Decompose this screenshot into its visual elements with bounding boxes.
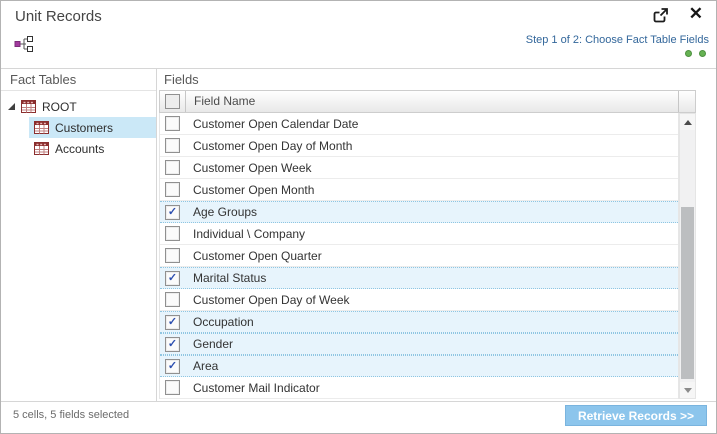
field-label: Customer Open Day of Month: [185, 139, 352, 153]
page-title: Unit Records: [15, 8, 102, 25]
table-icon: [34, 121, 49, 134]
footer-divider: [1, 401, 716, 402]
field-row[interactable]: Customer Open Month: [160, 179, 678, 201]
table-icon: [21, 100, 36, 113]
fact-tables-title: Fact Tables: [1, 69, 156, 91]
field-checkbox[interactable]: [160, 182, 185, 197]
field-row[interactable]: Customer Open Quarter: [160, 245, 678, 267]
field-row[interactable]: Customer Mail Indicator: [160, 377, 678, 399]
field-checkbox[interactable]: [160, 138, 185, 153]
tree-item-accounts[interactable]: Accounts: [29, 138, 156, 159]
header-blank-cell: [678, 91, 695, 112]
fields-table-header: Field Name: [159, 90, 696, 113]
field-checkbox[interactable]: [160, 292, 185, 307]
field-checkbox[interactable]: ✓: [160, 359, 185, 374]
field-checkbox[interactable]: [160, 160, 185, 175]
checkbox-unchecked-icon: [165, 138, 180, 153]
field-row[interactable]: ✓ Age Groups: [160, 201, 678, 223]
field-checkbox[interactable]: ✓: [160, 271, 185, 286]
field-row[interactable]: ✓ Area: [160, 355, 678, 377]
field-checkbox[interactable]: [160, 116, 185, 131]
field-row[interactable]: Customer Open Day of Month: [160, 135, 678, 157]
tree-item-root[interactable]: ROOT: [1, 96, 156, 117]
fields-rows: Customer Open Calendar Date Customer Open…: [159, 113, 679, 399]
checkbox-unchecked-icon: [165, 292, 180, 307]
arrow-up-icon: [684, 120, 692, 125]
checkbox-checked-icon: ✓: [165, 337, 180, 352]
field-label: Area: [185, 359, 218, 373]
vertical-scrollbar[interactable]: [679, 113, 696, 399]
checkbox-checked-icon: ✓: [165, 205, 180, 220]
step-label: Step 1 of 2: Choose Fact Table Fields: [526, 34, 709, 46]
field-row[interactable]: Customer Open Calendar Date: [160, 113, 678, 135]
field-row[interactable]: Customer Open Day of Week: [160, 289, 678, 311]
checkbox-unchecked-icon: [165, 226, 180, 241]
table-icon: [34, 142, 49, 155]
field-name-column-header[interactable]: Field Name: [186, 91, 678, 112]
field-label: Customer Open Week: [185, 161, 312, 175]
field-row[interactable]: ✓ Gender: [160, 333, 678, 355]
expand-triangle-icon[interactable]: [8, 103, 15, 110]
field-row[interactable]: Customer Open Week: [160, 157, 678, 179]
tree-label-accounts: Accounts: [55, 142, 104, 156]
fact-tables-panel: Fact Tables ROOT: [1, 69, 157, 401]
field-label: Customer Open Calendar Date: [185, 117, 358, 131]
checkbox-checked-icon: ✓: [165, 271, 180, 286]
field-checkbox[interactable]: [160, 226, 185, 241]
checkbox-unchecked-icon: [165, 116, 180, 131]
field-row[interactable]: ✓ Marital Status: [160, 267, 678, 289]
schema-hierarchy-icon[interactable]: [14, 35, 36, 53]
scroll-up-button[interactable]: [680, 114, 695, 130]
field-label: Individual \ Company: [185, 227, 305, 241]
field-checkbox[interactable]: [160, 248, 185, 263]
field-label: Customer Open Day of Week: [185, 293, 350, 307]
checkbox-checked-icon: ✓: [165, 315, 180, 330]
unit-records-dialog: Unit Records ✕ Step 1 of 2: Choose Fact …: [0, 0, 717, 434]
checkbox-unchecked-icon: [165, 248, 180, 263]
selection-status: 5 cells, 5 fields selected: [13, 409, 129, 421]
field-label: Customer Mail Indicator: [185, 381, 320, 395]
checkbox-checked-icon: ✓: [165, 359, 180, 374]
field-label: Marital Status: [185, 271, 266, 285]
field-checkbox[interactable]: ✓: [160, 337, 185, 352]
fields-panel: Fields Field Name Customer Open Calendar…: [157, 69, 716, 401]
field-label: Gender: [185, 337, 233, 351]
checkbox-unchecked-icon: [165, 182, 180, 197]
field-label: Customer Open Month: [185, 183, 314, 197]
tree-label-customers: Customers: [55, 121, 113, 135]
close-icon[interactable]: ✕: [689, 4, 703, 24]
select-all-checkbox[interactable]: [160, 91, 186, 112]
scroll-down-button[interactable]: [680, 382, 695, 398]
checkbox-unchecked-icon: [165, 94, 180, 109]
field-checkbox[interactable]: ✓: [160, 315, 185, 330]
field-row[interactable]: Individual \ Company: [160, 223, 678, 245]
open-in-new-window-icon[interactable]: [651, 7, 669, 24]
field-checkbox[interactable]: [160, 380, 185, 395]
checkbox-unchecked-icon: [165, 380, 180, 395]
field-checkbox[interactable]: ✓: [160, 205, 185, 220]
step-dot[interactable]: [699, 50, 706, 57]
checkbox-unchecked-icon: [165, 160, 180, 175]
step-dot[interactable]: [685, 50, 692, 57]
field-label: Age Groups: [185, 205, 257, 219]
step-indicator: [685, 50, 706, 57]
scrollbar-thumb[interactable]: [681, 207, 694, 379]
field-row[interactable]: ✓ Occupation: [160, 311, 678, 333]
tree-item-customers[interactable]: Customers: [29, 117, 156, 138]
field-label: Customer Open Quarter: [185, 249, 322, 263]
fact-tables-tree: ROOT Customers: [1, 91, 156, 159]
fields-table: Field Name Customer Open Calendar DateCu…: [159, 90, 696, 399]
retrieve-records-button[interactable]: Retrieve Records >>: [565, 405, 707, 426]
tree-label-root: ROOT: [42, 100, 77, 114]
fields-title: Fields: [157, 69, 716, 90]
field-label: Occupation: [185, 315, 254, 329]
arrow-down-icon: [684, 388, 692, 393]
